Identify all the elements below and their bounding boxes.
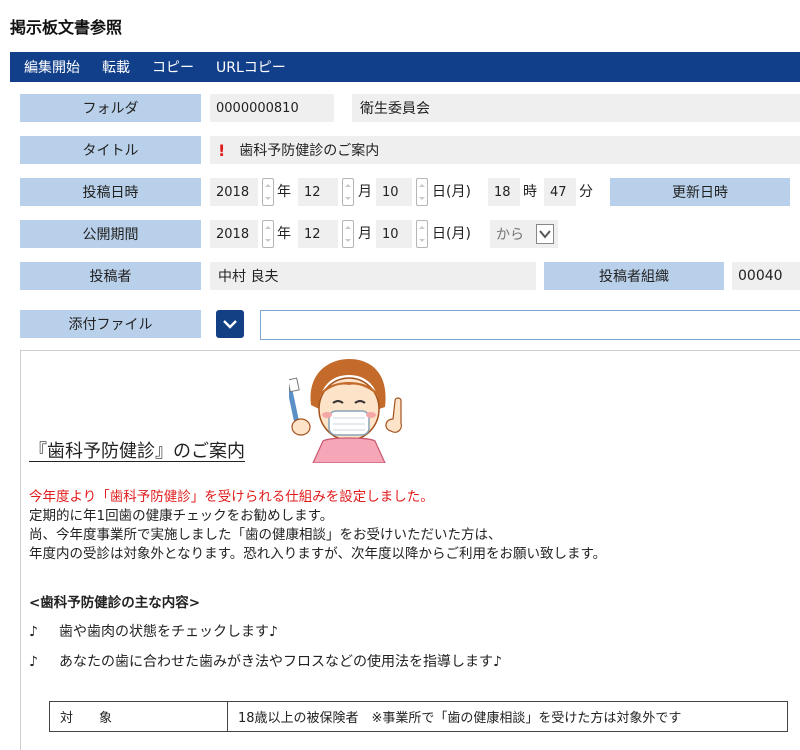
posted-minute-unit: 分 bbox=[579, 184, 593, 200]
table-key-cell: 対 象 bbox=[49, 701, 228, 732]
posted-year-unit: 年 bbox=[277, 184, 291, 200]
posted-month-unit: 月 bbox=[358, 184, 372, 200]
bullet-text: あなたの歯に合わせた歯みがき法やフロスなどの使用法を指導します♪ bbox=[59, 654, 502, 670]
chevron-down-icon bbox=[223, 320, 237, 329]
folder-label: フォルダ bbox=[20, 94, 201, 122]
poster-value: 中村 良夫 bbox=[210, 262, 536, 290]
bullet-text: 歯や歯肉の状態をチェックします♪ bbox=[59, 624, 278, 640]
period-label: 公開期間 bbox=[20, 220, 201, 248]
table-value-cell: 18歳以上の被保険者 ※事業所で「歯の健康相談」を受けた方は対象外です bbox=[227, 701, 788, 732]
menu-bar: 編集開始 転載 コピー URLコピー bbox=[10, 52, 800, 82]
posted-label: 投稿日時 bbox=[20, 178, 201, 206]
poster-org-value: 00040 bbox=[732, 262, 800, 290]
menu-edit-start[interactable]: 編集開始 bbox=[24, 57, 80, 77]
dental-mascot-illustration bbox=[289, 359, 402, 463]
music-note-icon: ♪ bbox=[29, 624, 38, 640]
menu-url-copy[interactable]: URLコピー bbox=[216, 57, 286, 77]
bullet-item-2: ♪ あなたの歯に合わせた歯みがき法やフロスなどの使用法を指導します♪ bbox=[29, 651, 502, 671]
period-date: 2018 年 12 月 10 日(月) から bbox=[210, 220, 570, 248]
posted-day-unit: 日(月) bbox=[432, 184, 471, 200]
section-title: <歯科予防健診の主な内容> bbox=[29, 595, 201, 611]
posted-hour-unit: 時 bbox=[523, 184, 537, 200]
attachment-list[interactable] bbox=[260, 310, 800, 340]
title-field: ! 歯科予防健診のご案内 bbox=[210, 136, 800, 164]
chevron-down-icon bbox=[536, 224, 554, 244]
period-year-spinner[interactable] bbox=[262, 220, 274, 248]
posted-month-spinner[interactable] bbox=[342, 178, 354, 206]
posted-month[interactable]: 12 bbox=[298, 178, 338, 206]
body-line-4: 年度内の受診は対象外となります。恐れ入りますが、次年度以降からご利用をお願い致し… bbox=[29, 546, 607, 562]
title-value: 歯科予防健診のご案内 bbox=[239, 143, 380, 159]
period-range-select[interactable]: から bbox=[490, 220, 558, 248]
posted-minute[interactable]: 47 bbox=[544, 178, 576, 206]
folder-code: 0000000810 bbox=[210, 94, 334, 122]
menu-copy[interactable]: コピー bbox=[152, 57, 194, 77]
posted-hour[interactable]: 18 bbox=[488, 178, 520, 206]
posted-year-spinner[interactable] bbox=[262, 178, 274, 206]
period-year[interactable]: 2018 bbox=[210, 220, 258, 248]
body-line-2: 定期的に年1回歯の健康チェックをお勧めします。 bbox=[29, 508, 334, 524]
period-year-unit: 年 bbox=[277, 226, 291, 242]
posted-year[interactable]: 2018 bbox=[210, 178, 258, 206]
posted-day[interactable]: 10 bbox=[376, 178, 412, 206]
importance-icon: ! bbox=[218, 140, 226, 160]
attachment-label: 添付ファイル bbox=[20, 310, 201, 338]
body-line-1: 今年度より「歯科予防健診」を受けられる仕組みを設定しました。 bbox=[29, 489, 434, 505]
updated-label: 更新日時 bbox=[610, 178, 790, 206]
window-title: 掲示板文書参照 bbox=[10, 18, 123, 37]
body-line-3: 尚、今年度事業所で実施しました「歯の健康相談」をお受けいただいた方は、 bbox=[29, 527, 502, 543]
folder-name: 衛生委員会 bbox=[352, 94, 800, 122]
attachment-toggle-button[interactable] bbox=[216, 310, 244, 338]
posted-datetime: 2018 年 12 月 10 日(月) 18 時 47 分 bbox=[210, 178, 606, 206]
title-label: タイトル bbox=[20, 136, 201, 164]
period-range-value: から bbox=[496, 227, 524, 243]
posted-day-spinner[interactable] bbox=[416, 178, 428, 206]
poster-org-label: 投稿者組織 bbox=[544, 262, 724, 290]
notice-heading: 『歯科予防健診』のご案内 bbox=[29, 441, 245, 462]
period-month-unit: 月 bbox=[358, 226, 372, 242]
period-day[interactable]: 10 bbox=[376, 220, 412, 248]
music-note-icon: ♪ bbox=[29, 654, 38, 670]
period-month-spinner[interactable] bbox=[342, 220, 354, 248]
bullet-item-1: ♪ 歯や歯肉の状態をチェックします♪ bbox=[29, 621, 278, 641]
table-row: 対 象 18歳以上の被保険者 ※事業所で「歯の健康相談」を受けた方は対象外です bbox=[49, 701, 788, 732]
document-body: 『歯科予防健診』のご案内 今年度より「歯科予防健診」を受けられる仕組みを設定しま… bbox=[20, 350, 800, 750]
menu-repost[interactable]: 転載 bbox=[102, 57, 130, 77]
period-day-unit: 日(月) bbox=[432, 226, 471, 242]
info-table: 対 象 18歳以上の被保険者 ※事業所で「歯の健康相談」を受けた方は対象外です bbox=[49, 701, 788, 732]
period-month[interactable]: 12 bbox=[298, 220, 338, 248]
poster-label: 投稿者 bbox=[20, 262, 201, 290]
period-day-spinner[interactable] bbox=[416, 220, 428, 248]
